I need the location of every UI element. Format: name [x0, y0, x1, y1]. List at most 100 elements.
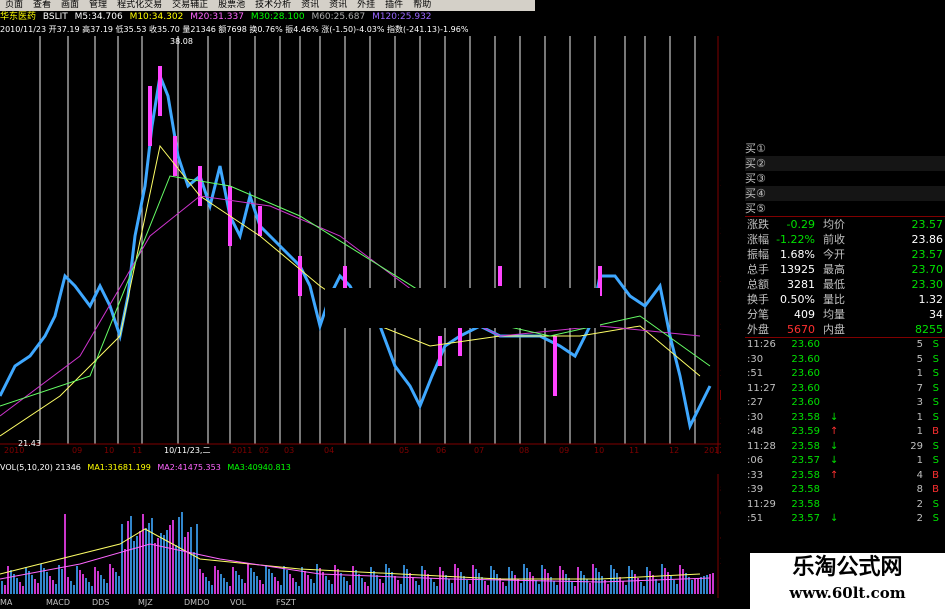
menu-item[interactable]: 程式化交易: [112, 0, 167, 11]
stats-table: 涨跌 -0.29 均价 23.57 涨幅 -1.22% 前收 23.86 振幅 1.68% 今开 23…: [745, 216, 945, 337]
tick-price: 23.58: [791, 411, 820, 423]
stat-label: 前收: [823, 233, 845, 246]
tick-time: :30: [747, 411, 764, 423]
menu-item[interactable]: 资讯: [296, 0, 324, 11]
stat-label: 涨幅: [747, 233, 769, 246]
menu-item[interactable]: 交易辅正: [167, 0, 213, 11]
tick-direction: S: [932, 397, 939, 408]
tick-volume: 4: [916, 469, 923, 481]
tick-volume: 2: [916, 498, 923, 510]
menu-item[interactable]: 帮助: [408, 0, 436, 11]
price-tick: 32.00: [720, 179, 721, 189]
tick-direction: S: [932, 368, 939, 379]
indicator-tab[interactable]: DDS: [92, 598, 138, 607]
menu-bar: 页面 查看 画面 管理 程式化交易 交易辅正 股票池 技术分析 资讯 资讯 外挂 插件 帮助: [0, 0, 535, 11]
bar-info: 2010/11/23 开37.19 高37.19 低35.53 收35.70 量…: [0, 25, 469, 34]
indicator-tab[interactable]: VOL: [230, 598, 276, 607]
stock-name[interactable]: 华东医药: [0, 12, 36, 22]
stat-row: 涨跌 -0.29 均价 23.57: [745, 217, 945, 232]
tick-price: 23.60: [791, 382, 820, 394]
stat-value: -0.29: [786, 218, 815, 231]
tick-row: 11:26 23.60 5 S: [745, 338, 945, 353]
indicator-tab[interactable]: MACD: [46, 598, 92, 607]
stat-label: 总额: [747, 278, 769, 291]
kline-chart[interactable]: 32.0030.0028.0026.0024.0022.002010091011…: [0, 36, 721, 454]
tick-time: 11:28: [747, 440, 776, 452]
date-tick: 11: [132, 446, 142, 454]
tick-arrow: ↑: [830, 426, 839, 437]
stat-label: 外盘: [747, 323, 769, 336]
tick-list[interactable]: 11:26 23.60 5 S:30 23.60 5 S:51 23.60 1 S 11:27 23.…: [745, 337, 945, 527]
volume-tick: 60000: [720, 509, 721, 519]
volume-tick: 40000: [720, 533, 721, 543]
buy-level-label: 买①: [745, 142, 766, 155]
volume-indicator-bar: VOL(5,10,20) 21346 MA1:31681.199 MA2:414…: [0, 462, 721, 474]
tick-price: 23.57: [791, 455, 820, 466]
vol-value: 21346: [55, 463, 81, 472]
indicator-tab[interactable]: MJZ: [138, 598, 184, 607]
menu-item[interactable]: 外挂: [352, 0, 380, 11]
tick-volume: 1: [916, 426, 923, 437]
tick-volume: 5: [916, 339, 923, 350]
tick-direction: S: [932, 382, 939, 394]
stat-value: -1.22%: [776, 233, 815, 246]
date-tick: 2011: [232, 446, 252, 454]
tick-row: :30 23.58 ↓ 1 S: [745, 411, 945, 426]
indicator-name: BSLIT: [42, 12, 68, 22]
tick-row: :30 23.60 5 S: [745, 353, 945, 368]
tick-time: 11:27: [747, 382, 776, 394]
tick-price: 23.58: [791, 469, 820, 481]
volume-tick: 20000: [720, 557, 721, 567]
menu-item[interactable]: 画面: [56, 0, 84, 11]
tick-price: 23.59: [791, 426, 820, 437]
date-tick: 09: [559, 446, 569, 454]
vol-ma3: MA3:40940.813: [227, 463, 291, 472]
tick-price: 23.60: [791, 339, 820, 350]
menu-item[interactable]: 页面: [0, 0, 28, 11]
tick-direction: S: [932, 440, 939, 452]
menu-item[interactable]: 资讯: [324, 0, 352, 11]
stat-value: 34: [929, 308, 943, 321]
stat-label: 最高: [823, 263, 845, 276]
indicator-tab[interactable]: MA: [0, 598, 46, 607]
stat-label: 均价: [823, 218, 845, 231]
volume-chart[interactable]: 80000 60000 40000 20000: [0, 474, 721, 598]
price-tick: 26.00: [720, 323, 721, 333]
stat-value: 23.70: [911, 263, 944, 276]
tick-price: 23.57: [791, 513, 820, 524]
buy-level-row: 买⑤: [745, 201, 945, 216]
price-tick: 30.00: [720, 227, 721, 237]
menu-item[interactable]: 查看: [28, 0, 56, 11]
indicator-tab[interactable]: FSZT: [276, 598, 322, 607]
tick-time: :39: [747, 484, 764, 495]
price-tick: 28.00: [720, 275, 721, 285]
tick-arrow: ↓: [830, 513, 839, 524]
menu-item[interactable]: 技术分析: [250, 0, 296, 11]
date-tick: 09: [72, 446, 82, 454]
tick-row: :51 23.60 1 S: [745, 367, 945, 382]
stat-label: 量比: [823, 293, 845, 306]
tick-direction: B: [932, 484, 939, 495]
stat-value: 409: [794, 308, 815, 321]
indicator-tab[interactable]: DMDO: [184, 598, 230, 607]
menu-item[interactable]: 管理: [84, 0, 112, 11]
tick-direction: S: [932, 513, 939, 524]
tick-time: :27: [747, 397, 764, 408]
stat-value: 1.32: [918, 293, 944, 306]
date-tick: 12: [669, 446, 679, 454]
menu-item[interactable]: 股票池: [213, 0, 250, 11]
tick-volume: 1: [916, 411, 923, 423]
menu-item[interactable]: 插件: [380, 0, 408, 11]
date-tick: 05: [399, 446, 409, 454]
buy-level-label: 买④: [745, 187, 766, 200]
ma120-value: M120:25.932: [372, 12, 432, 22]
stat-value: 1.68%: [780, 248, 815, 261]
buy-level-row: 买②: [745, 156, 945, 171]
tick-time: :51: [747, 368, 764, 379]
tick-price: 23.58: [791, 440, 820, 452]
tick-price: 23.58: [791, 484, 820, 495]
price-tick: 22.00: [720, 417, 721, 427]
stat-label: 涨跌: [747, 218, 769, 231]
min-price-label: 21.43: [18, 439, 41, 448]
tick-time: 11:29: [747, 498, 776, 510]
